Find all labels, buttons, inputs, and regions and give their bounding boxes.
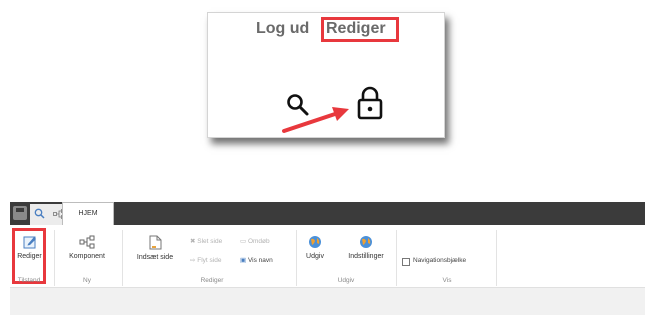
- slet-side-label: Slet side: [197, 238, 223, 245]
- ribbon-body: Rediger Tilstand Komponent Ny Indsæt sid…: [10, 225, 645, 288]
- new-page-icon: [149, 235, 161, 250]
- udgiv-button-label: Udgiv: [306, 253, 324, 260]
- tab-hjem[interactable]: HJEM: [62, 202, 114, 225]
- globe-settings-icon: [360, 236, 372, 248]
- globe-icon: [309, 236, 321, 248]
- omdob-button[interactable]: ▭ Omdøb: [240, 237, 270, 245]
- vis-navn-button[interactable]: ▣ Vis navn: [240, 256, 273, 264]
- logout-link[interactable]: Log ud: [256, 20, 309, 38]
- rediger-button-label: Rediger: [17, 253, 42, 260]
- content-area: [10, 288, 645, 315]
- group-label-vis: Vis: [442, 277, 452, 284]
- group-separator: [396, 230, 397, 286]
- group-label-ny: Ny: [83, 277, 91, 284]
- group-separator: [496, 230, 497, 286]
- lock-icon[interactable]: [357, 86, 383, 120]
- udgiv-button[interactable]: Udgiv: [300, 235, 330, 260]
- navigationsbjaelke-label: Navigationsbjælke: [413, 257, 467, 264]
- komponent-button[interactable]: Komponent: [62, 235, 112, 260]
- indstillinger-button[interactable]: Indstillinger: [340, 235, 392, 260]
- slet-side-button[interactable]: ✖ Slet side: [190, 237, 222, 245]
- component-icon: [79, 235, 95, 249]
- group-separator: [54, 230, 55, 286]
- indsaet-side-label: Indsæt side: [136, 254, 174, 261]
- save-icon[interactable]: [13, 206, 27, 220]
- flyt-side-label: Flyt side: [197, 257, 222, 264]
- komponent-button-label: Komponent: [69, 253, 105, 260]
- checkbox-box[interactable]: [402, 258, 410, 266]
- edit-link[interactable]: Rediger: [326, 20, 386, 38]
- group-label-tilstand: Tilstand: [17, 277, 41, 284]
- rediger-button[interactable]: Rediger: [16, 235, 43, 260]
- arrow-icon: [282, 107, 349, 133]
- group-label-udgiv: Udgiv: [337, 277, 355, 284]
- indstillinger-button-label: Indstillinger: [348, 253, 384, 260]
- navigationsbjaelke-checkbox[interactable]: Navigationsbjælke: [402, 257, 492, 269]
- omdob-label: Omdøb: [247, 238, 270, 245]
- group-separator: [122, 230, 123, 286]
- edit-icon: [23, 236, 36, 249]
- search-icon[interactable]: [34, 208, 45, 219]
- group-label-rediger: Rediger: [200, 277, 224, 284]
- flyt-side-button[interactable]: ⇨ Flyt side: [190, 256, 221, 264]
- callout-panel: Log ud Rediger: [207, 12, 445, 138]
- group-separator: [296, 230, 297, 286]
- vis-navn-label: Vis navn: [247, 257, 273, 264]
- indsaet-side-button[interactable]: Indsæt side: [132, 235, 178, 261]
